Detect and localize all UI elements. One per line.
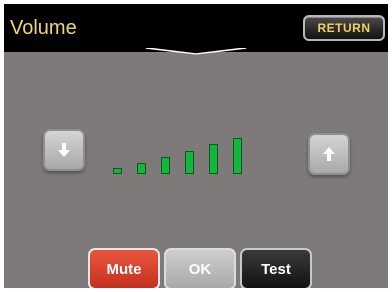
- test-button[interactable]: Test: [240, 248, 312, 288]
- ok-button[interactable]: OK: [164, 248, 236, 288]
- arrow-up-icon: [323, 147, 335, 161]
- arrow-down-icon: [58, 143, 70, 157]
- page-title: Volume: [10, 17, 77, 39]
- volume-bar: [185, 151, 194, 174]
- header-bar: Volume RETURN: [4, 4, 388, 52]
- volume-up-button[interactable]: [308, 133, 350, 175]
- volume-bar: [137, 163, 146, 174]
- mute-button[interactable]: Mute: [88, 248, 160, 288]
- volume-bar: [209, 144, 218, 174]
- volume-bar: [233, 138, 242, 174]
- volume-screen: Volume RETURN Mute OK Test: [4, 4, 388, 288]
- header-notch: [144, 48, 248, 55]
- volume-bar: [161, 157, 170, 174]
- return-button[interactable]: RETURN: [303, 15, 385, 41]
- volume-bar: [113, 168, 122, 174]
- volume-down-button[interactable]: [43, 129, 85, 171]
